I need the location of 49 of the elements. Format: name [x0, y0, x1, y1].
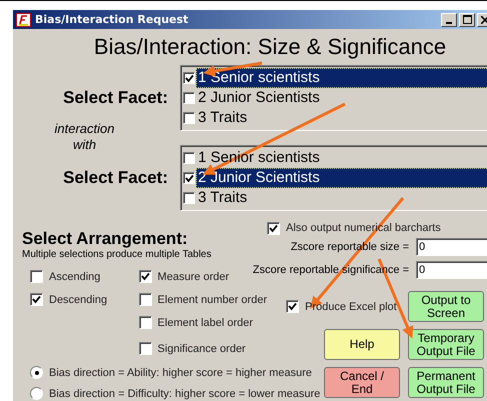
radio-label: Bias direction = Difficulty: higher score = lower measure: [49, 388, 320, 400]
checkbox[interactable]: [138, 342, 152, 355]
checkbox-label: Produce Excel plot: [305, 300, 397, 312]
section-subtitle: Multiple selections produce multiple Tables: [22, 249, 212, 261]
minimize-button[interactable]: [441, 12, 457, 26]
action-button[interactable]: Help: [324, 329, 400, 360]
checkbox[interactable]: [138, 270, 152, 283]
checkbox-label: Descending: [49, 294, 108, 306]
maximize-icon: [462, 15, 472, 24]
list-item[interactable]: 3 Traits: [196, 188, 487, 208]
field-label: Select Facet:: [63, 168, 168, 188]
list-item[interactable]: 2 Junior Scientists: [196, 88, 487, 108]
checkbox[interactable]: [30, 293, 43, 306]
list-item[interactable]: 3 Traits: [196, 108, 487, 128]
checkbox[interactable]: [183, 172, 195, 184]
radio-button[interactable]: [30, 387, 43, 400]
checkbox[interactable]: [183, 192, 195, 204]
checkbox-label: Significance order: [158, 342, 246, 354]
section-title: Select Arrangement:: [22, 229, 189, 249]
action-button[interactable]: Permanent Output File: [408, 367, 484, 398]
window-title: Bias/Interaction Request: [35, 13, 190, 26]
close-icon: [481, 16, 487, 24]
maximize-button[interactable]: [459, 12, 475, 26]
checkbox-label: Measure order: [158, 270, 230, 282]
dialog-heading: Bias/Interaction: Size & Significance: [94, 33, 446, 61]
connector-text: with: [72, 137, 96, 153]
input-field[interactable]: 0: [416, 238, 487, 256]
action-button[interactable]: Cancel / End: [324, 367, 400, 398]
checkbox-label: Element number order: [158, 294, 267, 306]
action-button[interactable]: Output to Screen: [408, 291, 484, 322]
checkbox-label: Element label order: [158, 316, 253, 328]
checkbox[interactable]: [138, 293, 152, 306]
radio-button[interactable]: [30, 366, 43, 379]
app-icon: [16, 12, 31, 26]
checkbox[interactable]: [183, 72, 195, 84]
checkbox[interactable]: [138, 316, 152, 329]
radio-label: Bias direction = Ability: higher score = higher measure: [49, 366, 312, 378]
checkbox[interactable]: [183, 152, 195, 164]
checkbox[interactable]: [267, 222, 280, 234]
field-label: Select Facet:: [63, 88, 168, 108]
checkbox[interactable]: [286, 300, 299, 313]
input-field[interactable]: 0: [416, 261, 487, 279]
checkbox-label: Ascending: [49, 270, 100, 282]
checkbox[interactable]: [30, 270, 43, 283]
connector-text: interaction: [54, 121, 114, 137]
checkbox[interactable]: [183, 112, 195, 124]
action-button[interactable]: Temporary Output File: [408, 329, 484, 360]
minimize-icon: [446, 22, 452, 24]
checkbox[interactable]: [183, 92, 195, 104]
